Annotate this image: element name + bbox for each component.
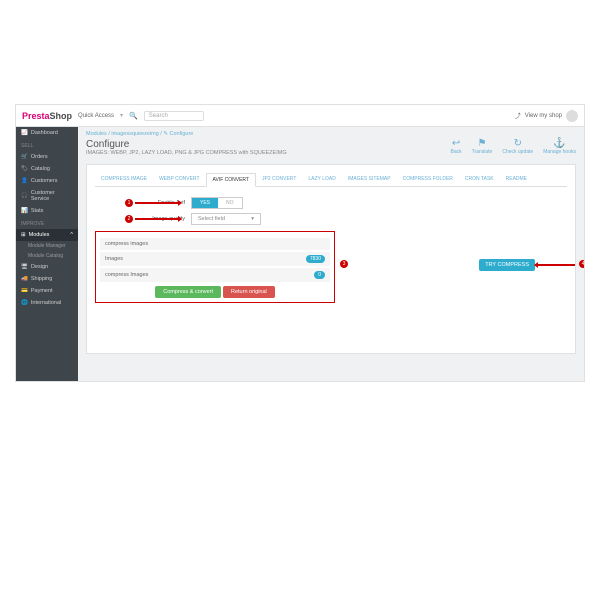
avatar[interactable] bbox=[566, 110, 578, 122]
check-update-button[interactable]: ↻Check update bbox=[502, 138, 533, 155]
arrow-2 bbox=[135, 218, 181, 220]
box-row-compress-images: compress Images0 bbox=[100, 268, 330, 282]
compress-box: compress images Images7830 compress Imag… bbox=[95, 231, 335, 303]
sidebar-dashboard[interactable]: 📈Dashboard bbox=[16, 127, 78, 139]
sidebar-international[interactable]: 🌐International bbox=[16, 297, 78, 309]
tab-compress-image[interactable]: COMPRESS IMAGE bbox=[95, 173, 153, 186]
sidebar-stats[interactable]: 📊Stats bbox=[16, 205, 78, 217]
manage-hooks-button[interactable]: ⚓Manage hooks bbox=[543, 138, 576, 155]
try-compress-button[interactable]: TRY COMPRESS bbox=[479, 259, 535, 271]
sidebar: 📈Dashboard SELL 🛒Orders 🏷Catalog 👤Custom… bbox=[16, 127, 78, 381]
topbar: PrestaShop Quick Access ▾ 🔍 Search ⤴View… bbox=[16, 105, 584, 127]
tab-webp-convert[interactable]: WEBP CONVERT bbox=[153, 173, 205, 186]
tab-cron-task[interactable]: CRON TASK bbox=[459, 173, 500, 186]
sidebar-orders[interactable]: 🛒Orders bbox=[16, 151, 78, 163]
tab-jp2-convert[interactable]: JP2 CONVERT bbox=[256, 173, 302, 186]
marker-4: 4 bbox=[579, 260, 584, 268]
box-row-images: Images7830 bbox=[100, 252, 330, 266]
quick-access[interactable]: Quick Access bbox=[78, 113, 114, 119]
tab-readme[interactable]: README bbox=[500, 173, 533, 186]
marker-1: 1 bbox=[125, 199, 133, 207]
tab-compress-folder[interactable]: COMPRESS FOLDER bbox=[397, 173, 459, 186]
sidebar-catalog[interactable]: 🏷Catalog bbox=[16, 163, 78, 175]
tab-avif-convert[interactable]: AVIF CONVERT bbox=[206, 173, 257, 187]
sidebar-shipping[interactable]: 🚚Shipping bbox=[16, 273, 78, 285]
sidebar-modules[interactable]: ⊞Modules^ bbox=[16, 229, 78, 241]
sidebar-customers[interactable]: 👤Customers bbox=[16, 175, 78, 187]
return-original-button[interactable]: Return original bbox=[223, 286, 275, 298]
tabs: COMPRESS IMAGE WEBP CONVERT AVIF CONVERT… bbox=[95, 173, 567, 187]
arrow-4 bbox=[535, 264, 575, 266]
sidebar-module-catalog[interactable]: Module Catalog bbox=[16, 251, 78, 261]
marker-2: 2 bbox=[125, 215, 133, 223]
view-shop-link[interactable]: View my shop bbox=[525, 113, 562, 119]
arrow-1 bbox=[135, 202, 181, 204]
breadcrumb: Modules / imagessqueezeimg / ✎ Configure bbox=[86, 131, 576, 137]
tab-images-sitemap[interactable]: IMAGES SITEMAP bbox=[342, 173, 397, 186]
sidebar-module-manager[interactable]: Module Manager bbox=[16, 241, 78, 251]
config-panel: COMPRESS IMAGE WEBP CONVERT AVIF CONVERT… bbox=[86, 164, 576, 354]
sidebar-design[interactable]: 🖥Design bbox=[16, 261, 78, 273]
image-quality-select[interactable]: Select field ▾ bbox=[191, 213, 261, 225]
compress-convert-button[interactable]: Compress & convert bbox=[155, 286, 221, 298]
sidebar-service[interactable]: 🎧Customer Service bbox=[16, 187, 78, 205]
search-input[interactable]: Search bbox=[144, 111, 204, 121]
marker-3: 3 bbox=[340, 260, 348, 268]
enable-avif-toggle[interactable]: YESNO bbox=[191, 197, 243, 209]
sidebar-payment[interactable]: 💳Payment bbox=[16, 285, 78, 297]
back-button[interactable]: ↩Back bbox=[451, 138, 462, 155]
translate-button[interactable]: ⚑Translate bbox=[472, 138, 493, 155]
box-row-compress: compress images bbox=[100, 238, 330, 250]
tab-lazy-load[interactable]: LAZY LOAD bbox=[302, 173, 341, 186]
logo: PrestaShop bbox=[22, 111, 72, 121]
